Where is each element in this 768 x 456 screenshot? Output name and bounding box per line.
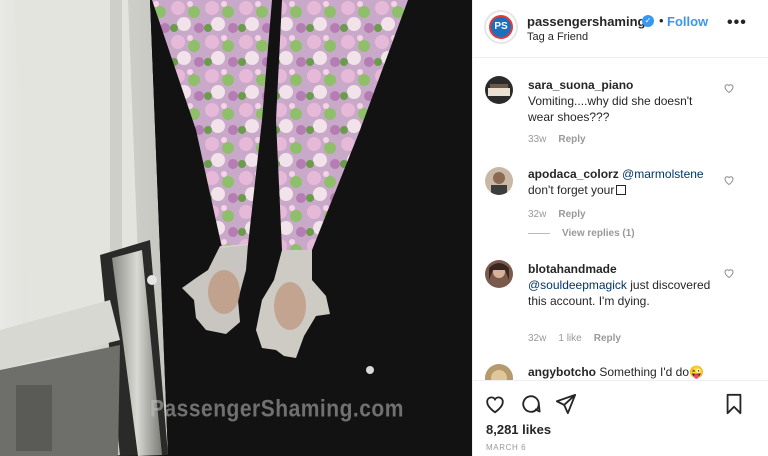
like-count[interactable]: 8,281 likes [486,422,551,437]
comment-time[interactable]: 32w [528,209,546,220]
comment-body: Something I'd do [599,365,690,379]
reply-button[interactable]: Reply [558,209,585,220]
comment-body: don't forget your [528,183,615,197]
avatar-image-icon [485,76,513,104]
avatar-logo-text: PS [489,15,513,39]
comment-meta: 32w 1 like Reply [528,333,633,344]
comments-list[interactable]: sara_suona_piano Vomiting....why did she… [473,58,768,380]
comment-like-count[interactable]: 1 like [558,333,581,344]
post-header: PS passengershaming ✓ • Follow Tag a Fri… [473,0,768,58]
commenter-avatar[interactable] [485,260,513,288]
more-options-button[interactable]: ••• [727,14,747,32]
account-username[interactable]: passengershaming [527,14,646,29]
comment-username[interactable]: sara_suona_piano [528,78,633,92]
watermark-text: PassengerShaming.com [150,396,404,423]
comment-text: apodaca_colorz @marmolstene don't forget… [528,166,713,198]
commenter-avatar[interactable] [485,76,513,104]
comment-username[interactable]: angybotcho [528,365,596,379]
separator-dot: • [659,13,664,28]
avatar-image-icon [485,364,513,380]
send-icon[interactable] [555,393,577,415]
comment-time[interactable]: 33w [528,134,546,145]
heart-icon[interactable] [723,267,735,279]
instagram-post: PassengerShaming.com PS passengershaming… [0,0,768,456]
verified-badge-icon: ✓ [642,15,654,27]
comment-meta: 33w Reply [528,134,598,145]
heart-icon[interactable] [723,174,735,186]
comment-mention[interactable]: @marmolstene [622,167,704,181]
follow-button[interactable]: Follow [667,14,708,29]
view-replies-label: View replies (1) [562,228,635,239]
account-avatar[interactable]: PS [484,10,518,44]
heart-icon[interactable] [723,82,735,94]
post-date[interactable]: MARCH 6 [486,443,526,452]
commenter-avatar[interactable] [485,167,513,195]
comment-meta: 32w Reply [528,209,598,220]
view-replies-link[interactable]: View replies (1) [528,228,635,239]
heart-icon[interactable] [484,393,506,415]
commenter-avatar[interactable] [485,364,513,380]
comment-username[interactable]: blotahandmade [528,262,617,276]
comment-mention[interactable]: @souldeepmagick [528,278,627,292]
avatar-image-icon [485,167,513,195]
post-actions: 8,281 likes MARCH 6 [473,380,768,456]
unsupported-emoji-box-icon [616,185,627,195]
reply-button[interactable]: Reply [558,134,585,145]
bookmark-icon[interactable] [723,393,745,415]
comment-text: sara_suona_piano Vomiting....why did she… [528,77,713,125]
post-photo[interactable]: PassengerShaming.com [0,0,472,456]
photo-illustration [0,0,472,456]
comment-text: angybotcho Something I'd do😜 [528,364,728,380]
comment-icon[interactable] [520,393,542,415]
comment-body: Vomiting....why did she doesn't wear sho… [528,94,693,124]
reply-button[interactable]: Reply [594,333,621,344]
post-sidebar: PS passengershaming ✓ • Follow Tag a Fri… [472,0,768,456]
comment-text: blotahandmade @souldeepmagick just disco… [528,261,713,309]
comment-username[interactable]: apodaca_colorz [528,167,619,181]
replies-divider-line [528,232,550,234]
comment-time[interactable]: 32w [528,333,546,344]
post-location-subtitle[interactable]: Tag a Friend [527,31,588,43]
wink-emoji-icon: 😜 [689,365,704,379]
avatar-image-icon [485,260,513,288]
